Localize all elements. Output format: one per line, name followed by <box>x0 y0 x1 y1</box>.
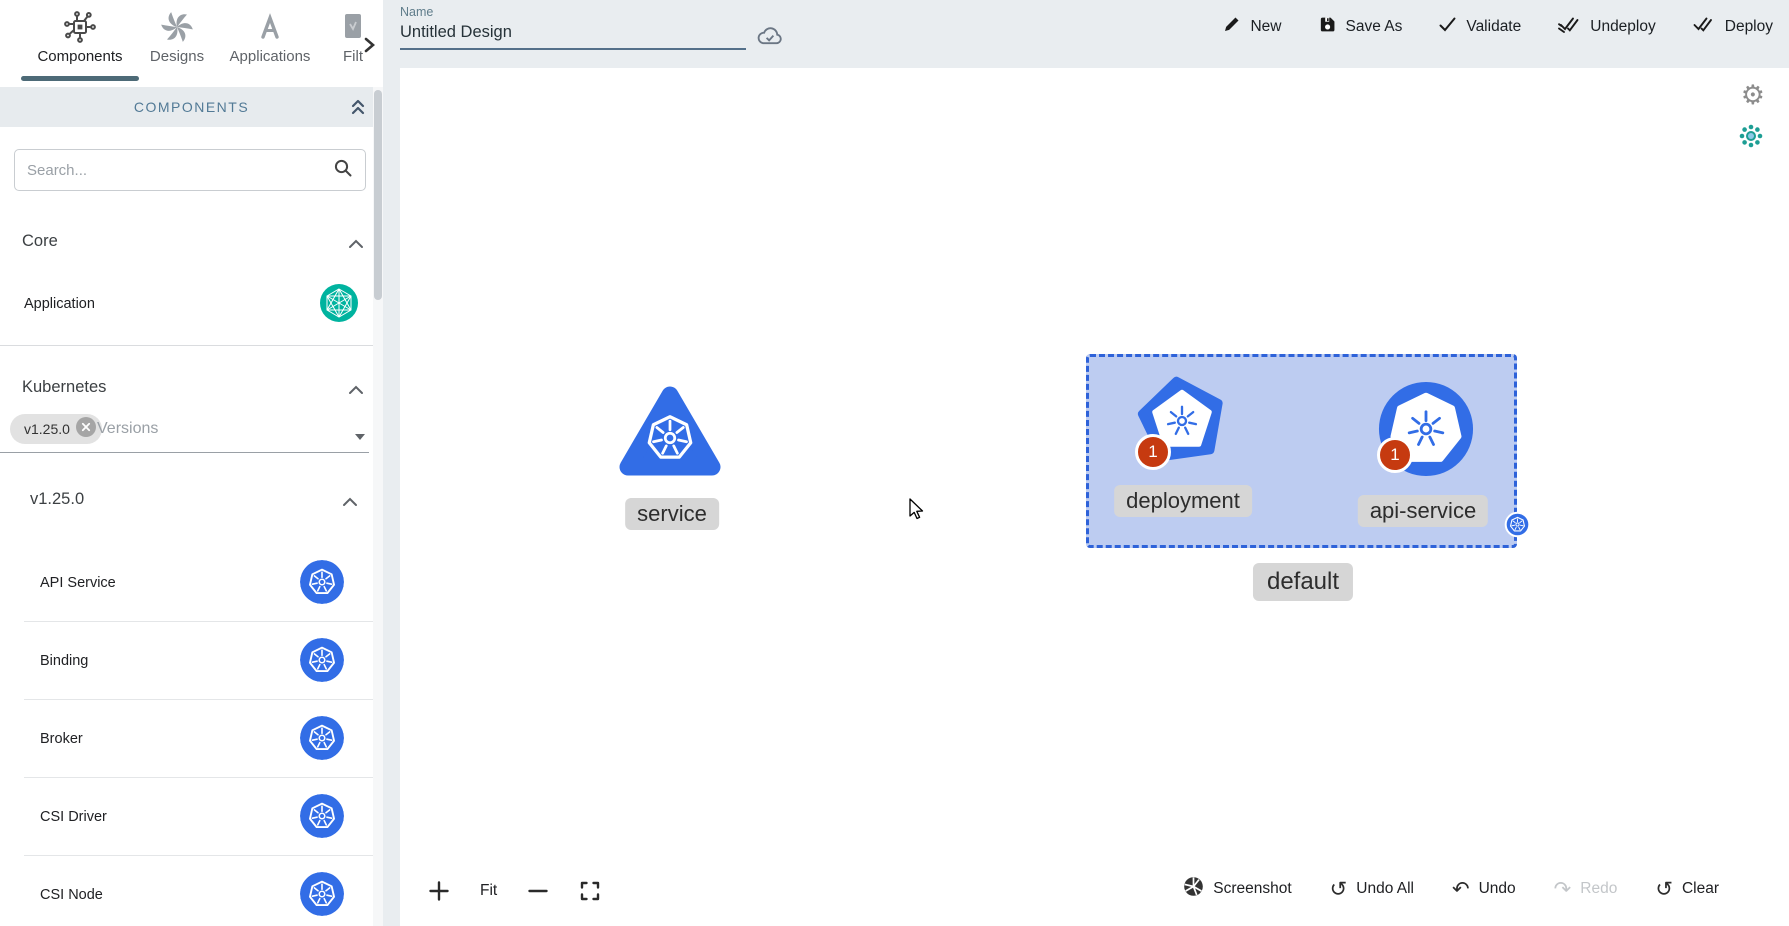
undo-all-button[interactable]: ↺ Undo All <box>1330 879 1414 900</box>
section-divider <box>0 345 383 346</box>
new-button[interactable]: New <box>1222 15 1281 39</box>
core-collapse-icon[interactable] <box>348 236 364 254</box>
kubernetes-icon <box>300 638 344 682</box>
version-chip-label: v1.25.0 <box>24 421 70 437</box>
version-chip-delete-icon[interactable] <box>76 417 96 442</box>
section-title-version[interactable]: v1.25.0 <box>30 490 84 509</box>
clear-icon: ↺ <box>1655 879 1673 900</box>
tab-designs[interactable]: Designs <box>146 8 208 65</box>
component-item-label: API Service <box>40 575 116 591</box>
collapse-panel-icon[interactable] <box>349 97 367 122</box>
scrollbar-thumb[interactable] <box>374 90 382 300</box>
node-label-deployment: deployment <box>1114 485 1252 517</box>
canvas-toolbar: Screenshot ↺ Undo All ↶ Undo ↷ Redo ↺ Cl… <box>1183 876 1719 902</box>
kubernetes-icon <box>300 872 344 916</box>
undo-all-icon: ↺ <box>1330 879 1348 900</box>
app-window: Components Designs <box>0 0 1789 926</box>
tabs-scroll-right-icon[interactable] <box>362 36 376 59</box>
zoom-out-button[interactable] <box>527 880 549 902</box>
undo-button[interactable]: ↶ Undo <box>1452 879 1516 900</box>
mouse-cursor <box>907 498 927 527</box>
component-item-label: Broker <box>40 731 83 747</box>
component-search <box>14 149 366 191</box>
zoom-in-button[interactable] <box>428 880 450 902</box>
tab-filters-label: Filt <box>343 48 363 65</box>
name-field-label: Name <box>400 5 746 19</box>
components-icon <box>62 8 98 46</box>
canvas-settings-gear-icon[interactable]: ⚙ <box>1741 80 1765 111</box>
tab-designs-label: Designs <box>150 48 204 65</box>
pencil-icon <box>1222 15 1241 39</box>
section-title-kubernetes[interactable]: Kubernetes <box>22 378 106 397</box>
save-as-button[interactable]: Save As <box>1318 15 1403 39</box>
sidebar: Components Designs <box>0 0 383 926</box>
namespace-label: default <box>1253 563 1353 601</box>
tab-applications-label: Applications <box>230 48 311 65</box>
active-tab-indicator <box>21 76 139 81</box>
check-icon <box>1438 16 1457 38</box>
filters-icon <box>342 8 364 46</box>
floppy-icon <box>1318 15 1337 39</box>
applications-icon <box>253 8 287 46</box>
versions-placeholder[interactable]: Versions <box>97 420 158 438</box>
kubernetes-icon <box>300 794 344 838</box>
kubernetes-icon <box>300 560 344 604</box>
node-label-service: service <box>625 498 719 530</box>
deploy-double-check-icon <box>1692 15 1716 39</box>
search-icon[interactable] <box>333 158 353 183</box>
component-item-label: CSI Driver <box>40 809 107 825</box>
design-name-field: Name <box>400 5 746 50</box>
fullscreen-button[interactable] <box>579 880 601 902</box>
tab-components[interactable]: Components <box>18 8 142 65</box>
sidebar-tabs: Components Designs <box>0 0 383 87</box>
node-label-api-service: api-service <box>1358 495 1488 527</box>
component-item-label: Application <box>24 296 95 312</box>
design-canvas[interactable]: ⚙ service <box>400 68 1789 926</box>
undo-icon: ↶ <box>1452 879 1470 900</box>
cloud-saved-icon <box>755 22 785 53</box>
node-service[interactable] <box>618 381 722 481</box>
components-panel-header[interactable]: COMPONENTS <box>0 87 383 127</box>
row-divider <box>24 621 383 622</box>
search-input[interactable] <box>27 162 333 179</box>
tab-components-label: Components <box>37 48 122 65</box>
kubernetes-collapse-icon[interactable] <box>348 382 364 400</box>
sidebar-scrollbar[interactable] <box>373 87 383 926</box>
designs-icon <box>160 8 194 46</box>
row-divider <box>24 855 383 856</box>
design-actions-toolbar: New Save As Validate <box>1222 15 1773 39</box>
kubernetes-context-icon[interactable] <box>1739 124 1763 153</box>
validate-button[interactable]: Validate <box>1438 16 1521 38</box>
screenshot-button[interactable]: Screenshot <box>1183 876 1291 902</box>
redo-button[interactable]: ↷ Redo <box>1554 879 1618 900</box>
redo-icon: ↷ <box>1554 879 1572 900</box>
panel-title: COMPONENTS <box>134 99 249 115</box>
api-service-count-badge[interactable]: 1 <box>1377 437 1413 473</box>
zoom-controls: Fit <box>428 880 601 902</box>
undeploy-double-check-icon <box>1557 15 1581 39</box>
row-divider <box>24 699 383 700</box>
application-meshery-icon <box>320 284 358 327</box>
shutter-icon <box>1183 876 1204 902</box>
section-title-core[interactable]: Core <box>22 232 58 251</box>
kubernetes-icon <box>300 716 344 760</box>
deployment-count-badge[interactable]: 1 <box>1135 434 1171 470</box>
versions-field-underline <box>0 452 369 453</box>
group-kubernetes-corner-icon[interactable] <box>1504 511 1531 543</box>
clear-button[interactable]: ↺ Clear <box>1655 879 1719 900</box>
design-name-input[interactable] <box>400 19 746 50</box>
tab-applications[interactable]: Applications <box>222 8 318 65</box>
version-collapse-icon[interactable] <box>342 494 358 512</box>
zoom-fit-button[interactable]: Fit <box>480 882 497 900</box>
row-divider <box>24 777 383 778</box>
deploy-button[interactable]: Deploy <box>1692 15 1773 39</box>
version-chip: v1.25.0 <box>10 414 102 444</box>
main-area: Name New <box>383 0 1789 926</box>
component-item-label: Binding <box>40 653 88 669</box>
undeploy-button[interactable]: Undeploy <box>1557 15 1656 39</box>
component-item-label: CSI Node <box>40 887 103 903</box>
versions-dropdown-icon[interactable] <box>354 428 366 446</box>
